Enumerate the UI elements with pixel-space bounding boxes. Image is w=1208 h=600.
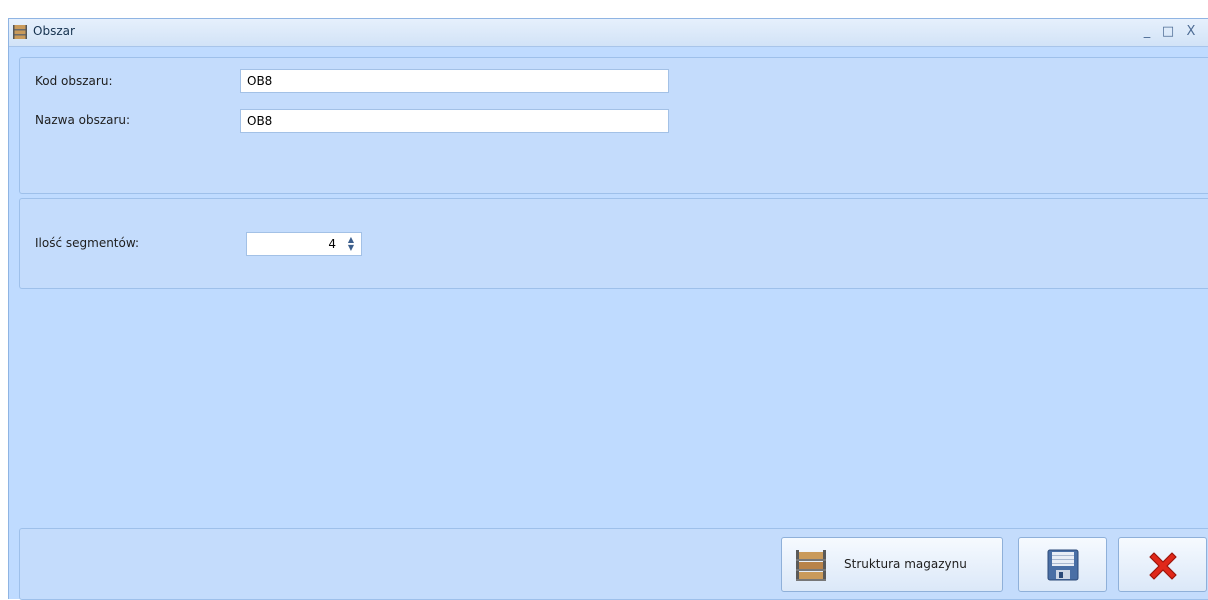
close-button[interactable]: X [1181, 22, 1201, 42]
identity-panel: Kod obszaru: OB8 Nazwa obszaru: OB8 [19, 57, 1208, 194]
struktura-magazynu-button[interactable]: Struktura magazynu [781, 537, 1003, 592]
nazwa-input[interactable]: OB8 [240, 109, 669, 133]
nazwa-label: Nazwa obszaru: [35, 113, 131, 127]
segments-value[interactable]: 4 [328, 237, 336, 251]
red-x-icon [1149, 552, 1177, 580]
spin-arrows-icon[interactable]: ▲ ▼ [345, 236, 357, 252]
shelf-icon [13, 25, 27, 39]
save-button[interactable] [1018, 537, 1107, 592]
minimize-button[interactable]: _ [1137, 22, 1157, 42]
shelf-icon [796, 550, 826, 581]
kod-input[interactable]: OB8 [240, 69, 669, 93]
window-title: Obszar [33, 24, 75, 38]
cancel-button[interactable] [1118, 537, 1207, 592]
title-bar[interactable]: Obszar _ □ X [9, 19, 1208, 47]
segments-panel: Ilość segmentów: 4 ▲ ▼ [19, 198, 1208, 289]
floppy-disk-icon [1047, 549, 1079, 581]
button-bar: Struktura magazynu [19, 528, 1208, 600]
segments-stepper[interactable]: 4 ▲ ▼ [246, 232, 362, 256]
maximize-button[interactable]: □ [1158, 22, 1178, 42]
struktura-label: Struktura magazynu [844, 557, 967, 571]
kod-label: Kod obszaru: [35, 74, 113, 88]
segmenty-label: Ilość segmentów: [35, 236, 140, 250]
area-window: Obszar _ □ X Kod obszaru: OB8 Nazwa obsz… [8, 18, 1208, 600]
